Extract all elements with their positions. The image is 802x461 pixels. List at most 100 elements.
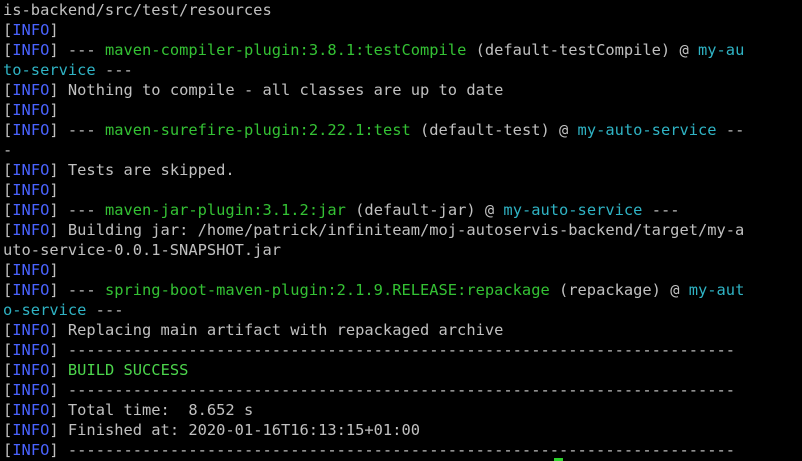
line-text: [: [3, 121, 13, 139]
log-level-tag: INFO: [12, 361, 50, 379]
line-text: ] Building jar: /home/patrick/infiniteam…: [49, 221, 745, 239]
log-level-tag: INFO: [12, 281, 50, 299]
terminal-line: [INFO] --- maven-surefire-plugin:2.22.1:…: [3, 120, 802, 140]
terminal-line: [INFO] Replacing main artifact with repa…: [3, 320, 802, 340]
line-text: ] ---: [49, 281, 105, 299]
line-text: ]: [49, 181, 59, 199]
terminal-output[interactable]: is-backend/src/test/resources [INFO] [INFO…: [3, 0, 802, 461]
line-text: (default-test) @: [410, 121, 578, 139]
terminal-line: [INFO] BUILD SUCCESS: [3, 360, 802, 380]
line-text: [: [3, 181, 13, 199]
terminal-line: [INFO] ---------------------------------…: [3, 440, 802, 460]
log-level-tag: INFO: [12, 321, 50, 339]
project-name: my-au: [698, 41, 745, 59]
line-text: ]: [49, 261, 59, 279]
log-level-tag: INFO: [12, 421, 50, 439]
line-text: ] Tests are skipped.: [49, 161, 235, 179]
project-name: my-auto-service: [577, 121, 717, 139]
terminal-line: uto-service-0.0.1-SNAPSHOT.jar: [3, 240, 802, 260]
terminal-line: [INFO] Tests are skipped.: [3, 160, 802, 180]
line-text: is-backend/src/test/resources: [3, 1, 272, 19]
line-text: ] --------------------------------------…: [49, 381, 736, 399]
terminal-line: to-service ---: [3, 60, 802, 80]
project-name: to-service: [3, 61, 96, 79]
terminal-line: [INFO]: [3, 180, 802, 200]
log-level-tag: INFO: [12, 21, 50, 39]
line-text: ] Replacing main artifact with repackage…: [49, 321, 504, 339]
line-text: [: [3, 261, 13, 279]
terminal-line: [INFO] Nothing to compile - all classes …: [3, 80, 802, 100]
line-text: --: [716, 121, 745, 139]
log-level-tag: INFO: [12, 261, 50, 279]
line-text: ] --------------------------------------…: [49, 441, 736, 459]
terminal-line: [INFO] ---------------------------------…: [3, 380, 802, 400]
line-text: [: [3, 41, 13, 59]
log-level-tag: INFO: [12, 381, 50, 399]
line-text: ] Nothing to compile - all classes are u…: [49, 81, 504, 99]
line-text: ] Total time: 8.652 s: [49, 401, 254, 419]
terminal-line: [INFO] ---------------------------------…: [3, 340, 802, 360]
project-name: o-service: [3, 301, 87, 319]
line-text: [: [3, 201, 13, 219]
terminal-line: [INFO] Finished at: 2020-01-16T16:13:15+…: [3, 420, 802, 440]
line-text: ] ---: [49, 201, 105, 219]
terminal-line: -: [3, 140, 802, 160]
line-text: ] Finished at: 2020-01-16T16:13:15+01:00: [49, 421, 420, 439]
terminal-line: [INFO] Building jar: /home/patrick/infin…: [3, 220, 802, 240]
line-text: [: [3, 341, 13, 359]
plugin-goal: maven-compiler-plugin:3.8.1:testCompile: [104, 41, 467, 59]
line-text: ]: [49, 21, 59, 39]
line-text: (default-jar) @: [345, 201, 504, 219]
line-text: ] ---: [49, 41, 105, 59]
log-level-tag: INFO: [12, 41, 50, 59]
log-level-tag: INFO: [12, 81, 50, 99]
terminal-line: o-service ---: [3, 300, 802, 320]
line-text: [: [3, 361, 13, 379]
line-text: [: [3, 161, 13, 179]
line-text: (repackage) @: [549, 281, 689, 299]
log-level-tag: INFO: [12, 121, 50, 139]
plugin-goal: maven-surefire-plugin:2.22.1:test: [104, 121, 411, 139]
line-text: [: [3, 441, 13, 459]
line-text: [: [3, 21, 13, 39]
line-text: (default-testCompile) @: [466, 41, 698, 59]
log-level-tag: INFO: [12, 161, 50, 179]
log-level-tag: INFO: [12, 341, 50, 359]
log-level-tag: INFO: [12, 221, 50, 239]
terminal-line: [INFO] --- spring-boot-maven-plugin:2.1.…: [3, 280, 802, 300]
line-text: [: [3, 281, 13, 299]
log-level-tag: INFO: [12, 181, 50, 199]
line-text: [: [3, 401, 13, 419]
log-level-tag: INFO: [12, 441, 50, 459]
terminal-line: [INFO] --- maven-compiler-plugin:3.8.1:t…: [3, 40, 802, 60]
terminal-line: [INFO] Total time: 8.652 s: [3, 400, 802, 420]
line-text: ]: [49, 101, 59, 119]
terminal-line: [INFO]: [3, 100, 802, 120]
project-name: my-auto-service: [503, 201, 643, 219]
plugin-goal: maven-jar-plugin:3.1.2:jar: [104, 201, 346, 219]
terminal-line: [INFO]: [3, 20, 802, 40]
line-text: [: [3, 221, 13, 239]
line-text: -: [3, 141, 13, 159]
terminal-line: [INFO] --- maven-jar-plugin:3.1.2:jar (d…: [3, 200, 802, 220]
terminal-line: is-backend/src/test/resources: [3, 0, 802, 20]
plugin-goal: spring-boot-maven-plugin:2.1.9.RELEASE:r…: [104, 281, 550, 299]
line-text: ---: [95, 61, 133, 79]
line-text: [: [3, 381, 13, 399]
log-level-tag: INFO: [12, 401, 50, 419]
log-level-tag: INFO: [12, 101, 50, 119]
line-text: [: [3, 321, 13, 339]
build-status: BUILD SUCCESS: [67, 361, 189, 379]
log-level-tag: INFO: [12, 201, 50, 219]
terminal-line: [INFO]: [3, 260, 802, 280]
line-text: ---: [86, 301, 124, 319]
line-text: ---: [642, 201, 680, 219]
line-text: ]: [49, 361, 68, 379]
line-text: ] ---: [49, 121, 105, 139]
line-text: [: [3, 101, 13, 119]
line-text: [: [3, 81, 13, 99]
line-text: [: [3, 421, 13, 439]
line-text: ] --------------------------------------…: [49, 341, 736, 359]
project-name: my-aut: [688, 281, 745, 299]
line-text: uto-service-0.0.1-SNAPSHOT.jar: [3, 241, 281, 259]
